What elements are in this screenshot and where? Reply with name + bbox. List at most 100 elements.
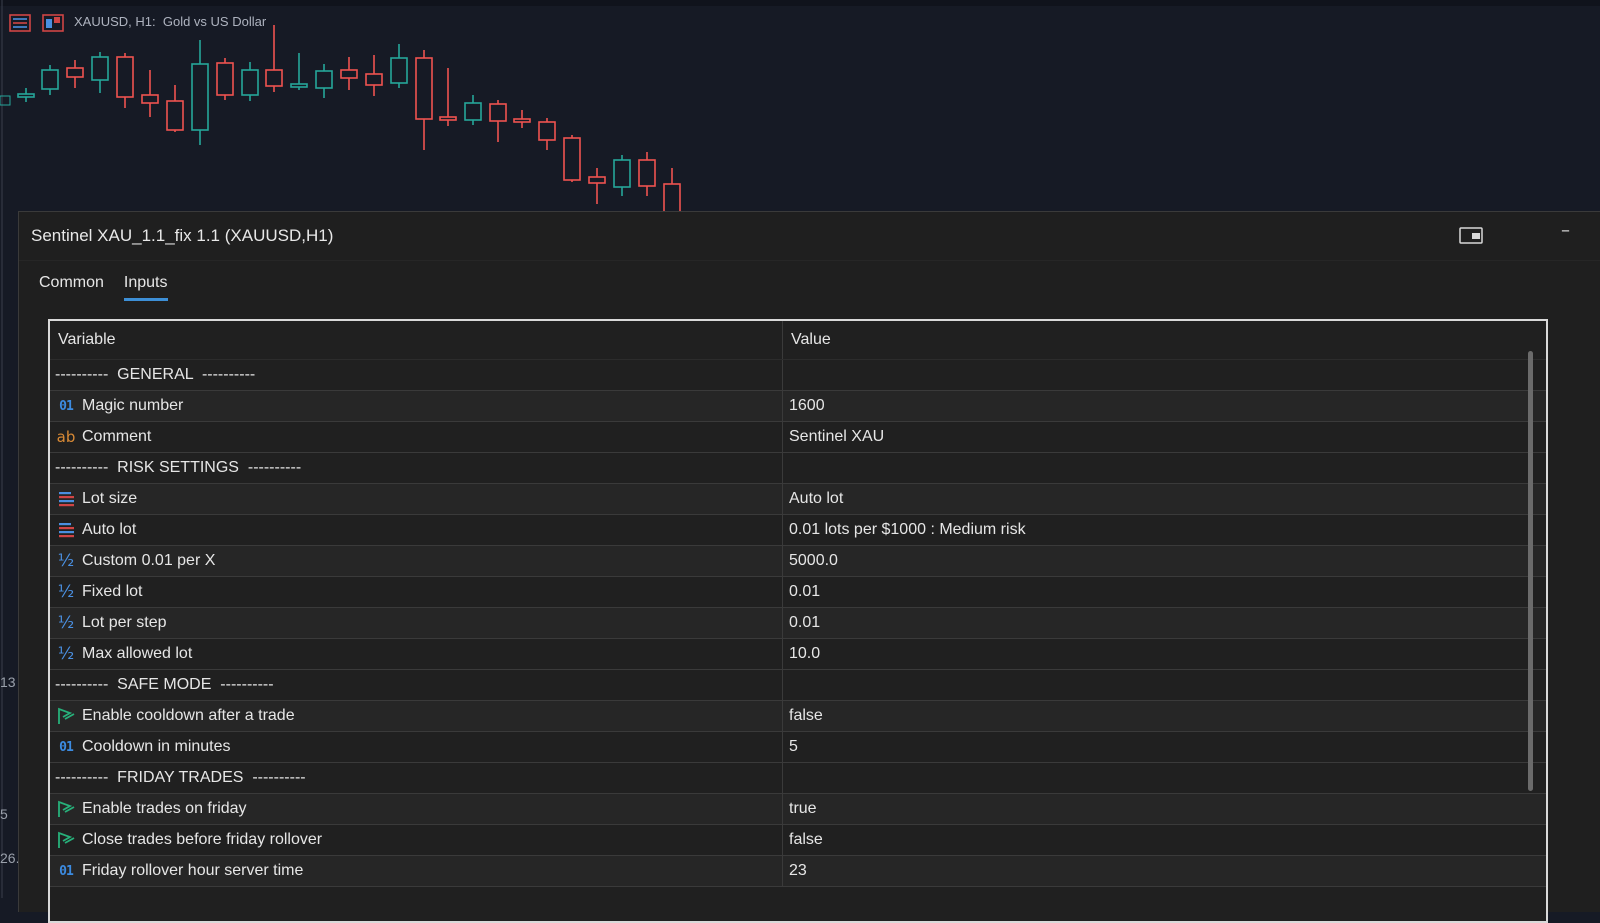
table-row[interactable]: Auto lot 0.01 lots per $1000 : Medium ris… bbox=[50, 515, 1546, 546]
enum-icon bbox=[55, 520, 77, 540]
candle bbox=[340, 57, 358, 90]
candle bbox=[415, 50, 433, 150]
restore-window-icon[interactable] bbox=[1459, 226, 1485, 246]
candle bbox=[116, 53, 134, 108]
table-header: Variable Value bbox=[50, 321, 1546, 360]
candle bbox=[216, 58, 234, 100]
boolean-icon bbox=[55, 830, 77, 850]
variable-cell: Auto lot bbox=[50, 515, 783, 545]
candle bbox=[638, 152, 656, 196]
variable-label: Cooldown in minutes bbox=[82, 738, 231, 755]
variable-label: Comment bbox=[82, 428, 152, 445]
boolean-icon bbox=[55, 706, 77, 726]
table-row[interactable]: 01 Cooldown in minutes 5 bbox=[50, 732, 1546, 763]
value-cell[interactable]: 10.0 bbox=[783, 639, 1520, 669]
candle bbox=[439, 68, 457, 126]
variable-cell: 01 Cooldown in minutes bbox=[50, 732, 783, 762]
value-cell[interactable]: 5000.0 bbox=[783, 546, 1520, 576]
vertical-scrollbar[interactable] bbox=[1528, 351, 1533, 791]
section-row[interactable]: ---------- RISK SETTINGS ---------- bbox=[50, 453, 1546, 484]
variable-label: Max allowed lot bbox=[82, 645, 193, 662]
candle bbox=[538, 118, 556, 150]
table-row[interactable]: Enable trades on friday true bbox=[50, 794, 1546, 825]
column-header-variable[interactable]: Variable bbox=[50, 321, 783, 359]
string-icon: ab bbox=[56, 428, 76, 446]
value-cell[interactable]: 1600 bbox=[783, 391, 1520, 421]
variable-label: Custom 0.01 per X bbox=[82, 552, 216, 569]
variable-cell: ½ Fixed lot bbox=[50, 577, 783, 607]
table-row[interactable]: ab Comment Sentinel XAU bbox=[50, 422, 1546, 453]
candle bbox=[315, 64, 333, 98]
value-cell[interactable]: Sentinel XAU bbox=[783, 422, 1520, 452]
column-header-value[interactable]: Value bbox=[783, 321, 1520, 359]
boolean-icon bbox=[55, 799, 77, 819]
table-row[interactable]: 01 Friday rollover hour server time 23 bbox=[50, 856, 1546, 887]
dialog-title: Sentinel XAU_1.1_fix 1.1 (XAUUSD,H1) bbox=[31, 226, 334, 245]
table-row[interactable]: ½ Lot per step 0.01 bbox=[50, 608, 1546, 639]
chart-list-icon[interactable] bbox=[9, 14, 31, 32]
variable-label: ---------- GENERAL ---------- bbox=[55, 366, 256, 383]
value-cell[interactable]: false bbox=[783, 825, 1520, 855]
candle bbox=[489, 100, 507, 142]
section-row[interactable]: ---------- GENERAL ---------- bbox=[50, 360, 1546, 391]
variable-cell: 01 Friday rollover hour server time bbox=[50, 856, 783, 886]
value-cell[interactable]: true bbox=[783, 794, 1520, 824]
table-row[interactable]: Lot size Auto lot bbox=[50, 484, 1546, 515]
chart-title: XAUUSD, H1: Gold vs US Dollar bbox=[74, 14, 267, 29]
double-icon: ½ bbox=[57, 551, 75, 571]
value-cell bbox=[783, 763, 1520, 793]
value-cell[interactable]: 5 bbox=[783, 732, 1520, 762]
variable-cell: ---------- FRIDAY TRADES ---------- bbox=[50, 763, 783, 793]
value-cell bbox=[783, 453, 1520, 483]
dialog-tabs: Common Inputs bbox=[39, 274, 168, 301]
variable-cell: ---------- SAFE MODE ---------- bbox=[50, 670, 783, 700]
table-row[interactable]: Close trades before friday rollover false bbox=[50, 825, 1546, 856]
minimize-icon[interactable]: – bbox=[1561, 220, 1570, 241]
value-cell[interactable]: 0.01 bbox=[783, 608, 1520, 638]
candle bbox=[563, 135, 581, 182]
variable-label: Lot size bbox=[82, 490, 138, 507]
axis-number: 13 bbox=[0, 674, 16, 690]
variable-label: Enable trades on friday bbox=[82, 800, 247, 817]
chart-window-icon[interactable] bbox=[42, 14, 64, 32]
variable-label: Magic number bbox=[82, 397, 184, 414]
value-cell[interactable]: 0.01 lots per $1000 : Medium risk bbox=[783, 515, 1520, 545]
section-row[interactable]: ---------- FRIDAY TRADES ---------- bbox=[50, 763, 1546, 794]
candle bbox=[464, 95, 482, 125]
variable-cell: ab Comment bbox=[50, 422, 783, 452]
variable-cell: ½ Lot per step bbox=[50, 608, 783, 638]
variable-label: Close trades before friday rollover bbox=[82, 831, 323, 848]
variable-label: Auto lot bbox=[82, 521, 137, 538]
candle bbox=[41, 65, 59, 95]
variable-cell: Enable cooldown after a trade bbox=[50, 701, 783, 731]
candle bbox=[588, 168, 606, 204]
tab-inputs[interactable]: Inputs bbox=[123, 274, 168, 301]
integer-icon: 01 bbox=[59, 863, 74, 879]
value-cell bbox=[783, 670, 1520, 700]
value-cell[interactable]: 23 bbox=[783, 856, 1520, 886]
value-cell[interactable]: 0.01 bbox=[783, 577, 1520, 607]
variable-cell: ---------- RISK SETTINGS ---------- bbox=[50, 453, 783, 483]
table-row[interactable]: ½ Custom 0.01 per X 5000.0 bbox=[50, 546, 1546, 577]
dialog-titlebar[interactable]: Sentinel XAU_1.1_fix 1.1 (XAUUSD,H1) bbox=[19, 212, 1600, 261]
variable-cell: Enable trades on friday bbox=[50, 794, 783, 824]
candle bbox=[365, 55, 383, 96]
candle bbox=[613, 155, 631, 196]
value-cell[interactable]: Auto lot bbox=[783, 484, 1520, 514]
tab-common[interactable]: Common bbox=[39, 274, 104, 301]
value-cell[interactable]: false bbox=[783, 701, 1520, 731]
section-row[interactable]: ---------- SAFE MODE ---------- bbox=[50, 670, 1546, 701]
integer-icon: 01 bbox=[59, 398, 74, 414]
double-icon: ½ bbox=[57, 644, 75, 664]
table-row[interactable]: 01 Magic number 1600 bbox=[50, 391, 1546, 422]
table-row[interactable]: Enable cooldown after a trade false bbox=[50, 701, 1546, 732]
table-row[interactable]: ½ Fixed lot 0.01 bbox=[50, 577, 1546, 608]
candle bbox=[241, 62, 259, 101]
table-row[interactable]: ½ Max allowed lot 10.0 bbox=[50, 639, 1546, 670]
variable-cell: ---------- GENERAL ---------- bbox=[50, 360, 783, 390]
variable-label: Friday rollover hour server time bbox=[82, 862, 304, 879]
candle bbox=[91, 52, 109, 93]
variable-label: ---------- FRIDAY TRADES ---------- bbox=[55, 769, 306, 786]
candle bbox=[66, 60, 84, 88]
variable-cell: ½ Max allowed lot bbox=[50, 639, 783, 669]
